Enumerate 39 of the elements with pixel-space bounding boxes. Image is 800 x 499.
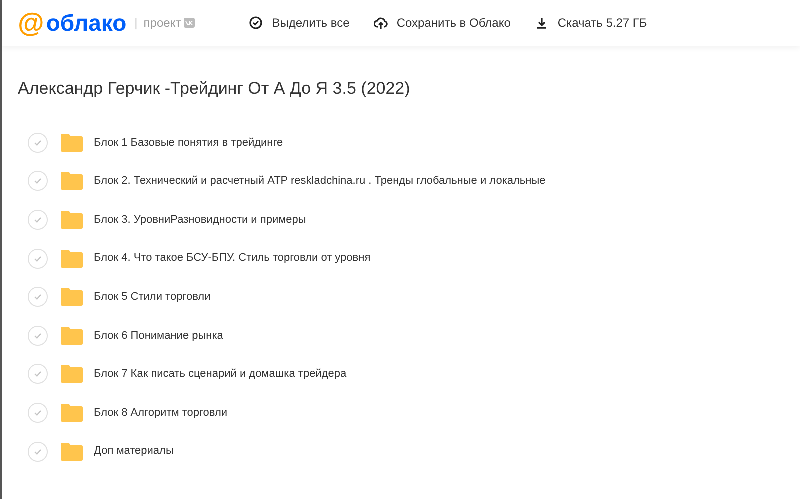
folder-name[interactable]: Блок 6 Понимание рынка: [94, 328, 224, 344]
folder-name[interactable]: Блок 5 Стили торговли: [94, 288, 211, 306]
logo-text: облако: [46, 12, 127, 34]
folder-name[interactable]: Блок 1 Базовые понятия в трейдинге: [94, 134, 284, 152]
folder-icon: [61, 404, 83, 422]
select-checkbox[interactable]: [28, 132, 48, 153]
folder-name[interactable]: Блок 4. Что такое БСУ-БПУ. Стиль торговли от уровня: [94, 250, 371, 267]
download-button[interactable]: Скачать 5.27 ГБ: [534, 14, 648, 32]
select-checkbox[interactable]: [28, 171, 48, 192]
select-checkbox[interactable]: [28, 287, 48, 308]
folder-icon: [61, 134, 83, 152]
folder-title: Александр Герчик -Трейдинг От А До Я 3.5 (2022): [18, 78, 412, 100]
folder-icon: [61, 288, 83, 306]
folder-icon: [61, 365, 83, 384]
select-checkbox[interactable]: [28, 326, 48, 346]
save-button[interactable]: Сохранить в Облако: [374, 14, 511, 32]
logo-mark: @: [18, 10, 44, 36]
folder-name[interactable]: Блок 3. УровниРазновидности и примеры: [94, 212, 306, 228]
folder-name[interactable]: Блок 8 Алгоритм торговли: [94, 404, 228, 422]
select-checkbox[interactable]: [28, 248, 48, 269]
select-checkbox[interactable]: [28, 442, 48, 462]
download-icon: [534, 16, 549, 30]
folder-icon: [61, 326, 83, 345]
folder-icon: [61, 210, 83, 229]
folder-icon: [61, 442, 83, 461]
folder-name[interactable]: Блок 7 Как писать сценарий и домашка трейдера: [94, 366, 347, 383]
folder-icon: [61, 250, 83, 268]
folder-name[interactable]: Доп материалы: [94, 443, 174, 460]
select-checkbox[interactable]: [28, 210, 48, 230]
separator: |: [134, 15, 138, 32]
check-circle-icon: [249, 16, 264, 30]
folder-name[interactable]: Блок 2. Технический и расчетный ATP reskladchina.ru . Тренды глобальные и локальные: [94, 173, 546, 190]
vk-badge-icon: [184, 18, 196, 28]
cloud-upload-icon: [374, 16, 388, 30]
folder-icon: [61, 172, 83, 190]
project-label: проект: [144, 15, 182, 32]
select-checkbox[interactable]: [28, 364, 48, 384]
select-button[interactable]: Выделить все: [249, 14, 350, 32]
select-checkbox[interactable]: [28, 402, 48, 423]
